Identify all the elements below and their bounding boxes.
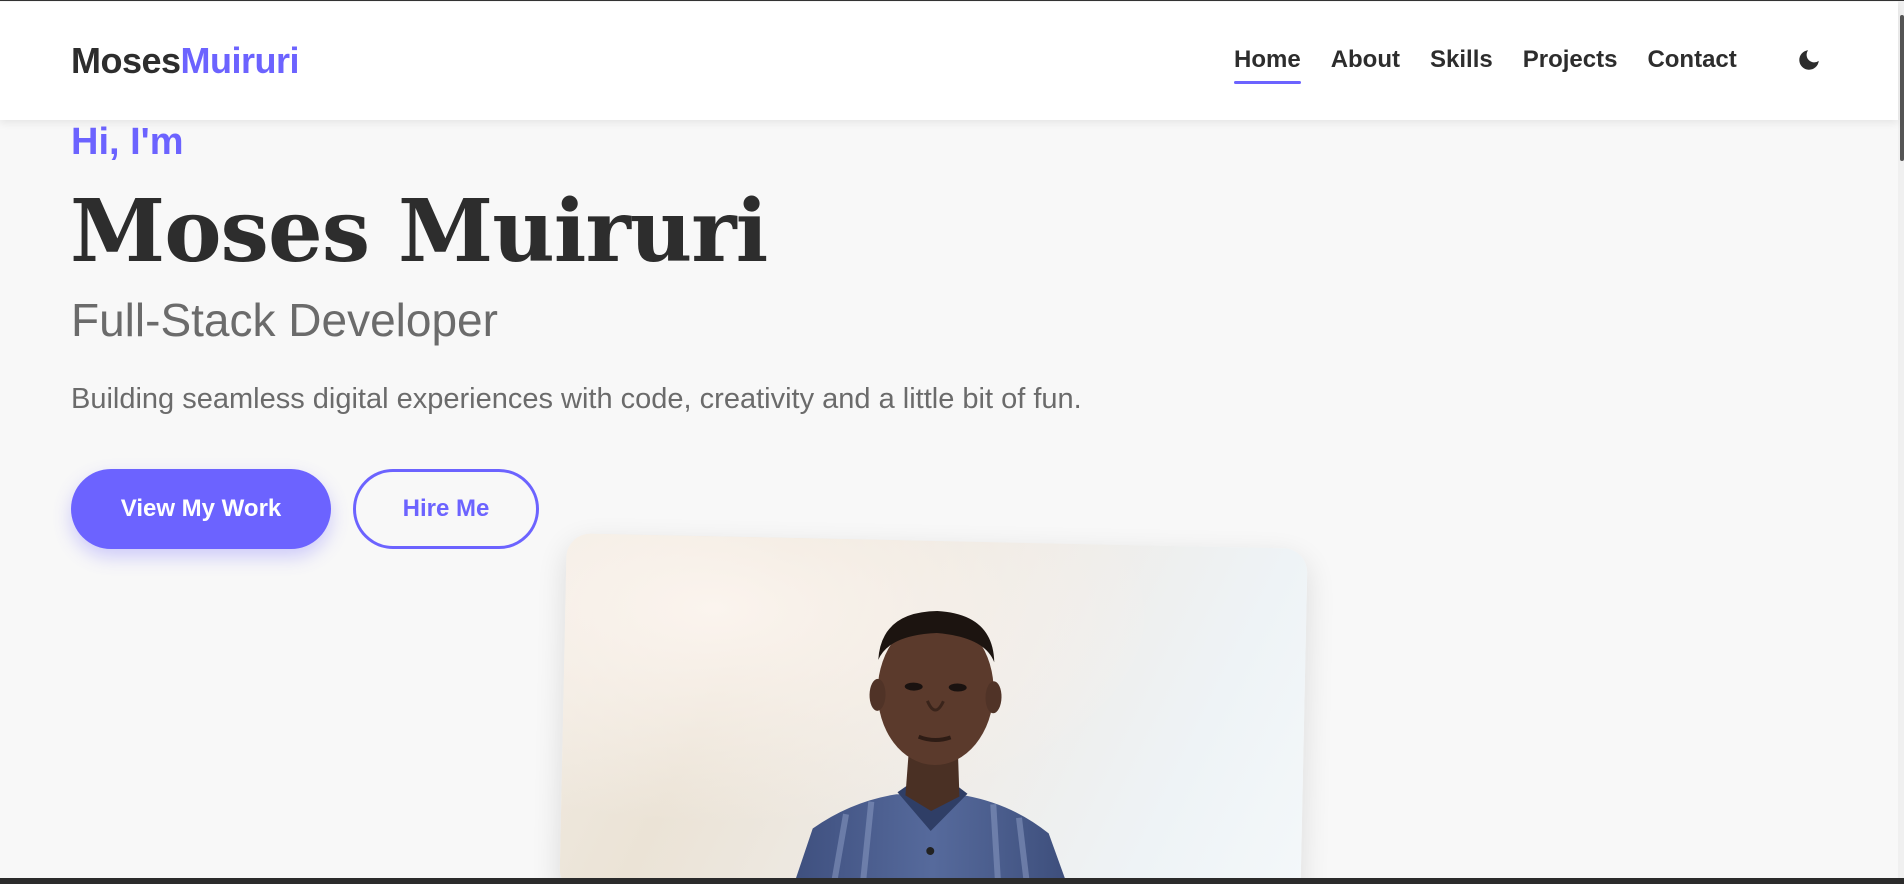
nav-link-contact[interactable]: Contact [1647, 46, 1736, 74]
view-my-work-button[interactable]: View My Work [71, 469, 331, 549]
hero-tagline: Building seamless digital experiences wi… [71, 383, 1082, 415]
hero-greeting: Hi, I'm [71, 121, 184, 163]
scrollbar-thumb[interactable] [1900, 15, 1904, 161]
page-scrollbar[interactable] [1898, 1, 1904, 884]
logo-first-name: Moses [71, 40, 181, 81]
hero-role: Full-Stack Developer [71, 294, 498, 346]
page: MosesMuiruri Home About Skills Projects … [0, 0, 1904, 884]
site-header: MosesMuiruri Home About Skills Projects … [0, 2, 1898, 120]
hero-name: Moses Muiruri [70, 181, 768, 282]
window-bottom-edge [0, 878, 1904, 884]
profile-photo [559, 533, 1308, 884]
site-logo[interactable]: MosesMuiruri [71, 40, 300, 82]
moon-icon[interactable] [1796, 47, 1822, 73]
nav-link-about[interactable]: About [1331, 46, 1400, 74]
person-portrait-image [559, 533, 1308, 884]
nav-link-projects[interactable]: Projects [1523, 46, 1618, 74]
main-nav: Home About Skills Projects Contact [1234, 46, 1767, 84]
nav-link-skills[interactable]: Skills [1430, 46, 1493, 74]
hire-me-button[interactable]: Hire Me [353, 469, 539, 549]
nav-link-home[interactable]: Home [1234, 46, 1301, 84]
logo-last-name: Muiruri [180, 40, 300, 81]
